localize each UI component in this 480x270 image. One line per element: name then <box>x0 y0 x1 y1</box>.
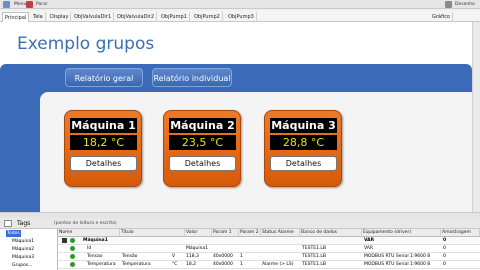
report-individual-button[interactable]: Relatório individual <box>152 68 232 87</box>
page-title: Exemplo grupos <box>17 34 155 54</box>
status-icon <box>70 262 75 267</box>
details-label: Detalhes <box>285 159 322 168</box>
column-header[interactable]: Param 2 <box>239 229 261 237</box>
tab-principal[interactable]: Principal <box>2 12 30 22</box>
table-row[interactable]: Id Máquina1 TESTE1.LB VAR 0 <box>58 245 480 253</box>
tab-objpump1[interactable]: ObjPump1 <box>159 12 190 22</box>
tag-db: TESTE1.LB <box>302 262 326 267</box>
machine-temperature: 28,8 °C <box>270 135 337 150</box>
design-button[interactable]: Desenho <box>452 1 478 8</box>
table-row[interactable]: Máquina1 VAR 0 <box>58 237 480 245</box>
column-header[interactable]: Status Alarme <box>261 229 300 237</box>
details-button[interactable]: Detalhes <box>270 156 337 171</box>
machine-name: Máquina 2 <box>169 118 236 133</box>
tag-value: 118,3 <box>186 254 199 259</box>
tag-title: Temperatura <box>122 262 151 267</box>
tags-label: Tags <box>17 220 31 227</box>
tags-table: Nome Título Valor Param 1 Param 2 Status… <box>58 229 480 270</box>
details-button[interactable]: Detalhes <box>169 156 236 171</box>
report-general-button[interactable]: Relatório geral <box>65 68 143 87</box>
tree-item-maquina2[interactable]: Máquina2 <box>12 246 34 253</box>
tag-db: TESTE1.LB <box>302 246 326 251</box>
screen-tabs: Principal Tela Display ObjValvulaDir1 Ob… <box>0 11 480 22</box>
tags-hint: (pontos de leitura e escrita) <box>54 221 117 226</box>
tree-item-todos[interactable]: Todos <box>6 230 21 237</box>
tab-objpump3[interactable]: ObjPump3 <box>226 12 257 22</box>
stop-icon[interactable] <box>26 1 33 8</box>
status-icon <box>70 246 75 251</box>
vertical-scrollbar[interactable] <box>472 22 480 212</box>
tab-objvalvuladir2[interactable]: ObjValvulaDir2 <box>115 12 158 22</box>
tag-param2: 1 <box>240 254 243 259</box>
tag-driver: MODBUS RTU Serial 1:9600 8 <box>364 254 431 259</box>
machine-temperature: 23,5 °C <box>169 135 236 150</box>
details-label: Detalhes <box>184 159 221 168</box>
column-header[interactable]: Banco de dados <box>300 229 362 237</box>
tab-display[interactable]: Display <box>48 12 72 22</box>
machine-name: Máquina 1 <box>70 118 137 133</box>
tag-param1: 40x0000 <box>213 254 233 259</box>
tree-item-grupos[interactable]: Grupos... <box>12 262 32 269</box>
column-header[interactable]: Valor <box>185 229 212 237</box>
table-row[interactable]: Temperatura Temperatura °C 18,2 40x0000 … <box>58 261 480 269</box>
tag-driver: VAR <box>364 246 373 251</box>
tag-param2: 1 <box>240 262 243 267</box>
tag-value: 18,2 <box>186 262 197 267</box>
machine-card-2: Máquina 2 23,5 °C Detalhes <box>163 110 241 187</box>
tab-objpump2[interactable]: ObjPump2 <box>192 12 223 22</box>
column-header[interactable]: Equipamento (driver) <box>362 229 441 237</box>
machine-card-3: Máquina 3 28,8 °C Detalhes <box>264 110 342 187</box>
tab-tela[interactable]: Tela <box>31 12 46 22</box>
tab-grafico[interactable]: Gráfico <box>430 12 453 22</box>
tag-title: Tensão <box>122 254 138 259</box>
column-header[interactable]: Título <box>120 229 185 237</box>
toolbar: Menu Parar Desenho <box>0 0 480 9</box>
column-header[interactable]: Param 1 <box>212 229 239 237</box>
status-icon <box>70 254 75 259</box>
details-button[interactable]: Detalhes <box>70 156 137 171</box>
column-header[interactable]: Amostragem <box>441 229 480 237</box>
tag-driver: MODBUS RTU Serial 1:9600 8 <box>364 262 431 267</box>
tag-name: Máquina1 <box>83 238 108 243</box>
tag-sample: 0 <box>443 254 446 259</box>
column-header[interactable]: Nome <box>58 229 120 237</box>
expand-icon[interactable] <box>62 238 67 243</box>
tree-item-maquina1[interactable]: Máquina1 <box>12 238 34 245</box>
tag-param1: 40x0000 <box>213 262 233 267</box>
tree-item-maquina3[interactable]: Máquina3 <box>12 254 34 261</box>
tag-group-tree: Todos Máquina1 Máquina2 Máquina3 Grupos.… <box>0 229 58 270</box>
machine-temperature: 18,2 °C <box>70 135 137 150</box>
tag-db: TESTE1.LB <box>302 254 326 259</box>
tag-unit: V <box>172 254 176 259</box>
tag-name: Temperatura <box>87 262 116 267</box>
table-row[interactable]: Tensao Tensão V 118,3 40x0000 1 TESTE1.L… <box>58 253 480 261</box>
machine-card-1: Máquina 1 18,2 °C Detalhes <box>64 110 142 187</box>
tag-sample: 0 <box>443 246 446 251</box>
tags-panel-icon <box>4 220 12 227</box>
tag-name: Id <box>87 246 92 251</box>
tag-driver: VAR <box>364 238 375 243</box>
screen-canvas: Exemplo grupos Relatório geral Relatório… <box>0 22 472 232</box>
stop-button[interactable]: Parar <box>33 1 51 8</box>
tags-toolbar: Tags (pontos de leitura e escrita) <box>0 218 480 229</box>
tag-sample: 0 <box>443 238 447 243</box>
tag-name: Tensao <box>87 254 103 259</box>
machine-name: Máquina 3 <box>270 118 337 133</box>
details-label: Detalhes <box>85 159 122 168</box>
status-icon <box>70 238 75 243</box>
tag-value: Máquina1 <box>186 246 209 251</box>
tag-sample: 0 <box>443 262 446 267</box>
tab-objvalvuladir1[interactable]: ObjValvulaDir1 <box>72 12 115 22</box>
tag-alarm-status: Alarme (> LS) <box>262 262 294 267</box>
design-icon[interactable] <box>445 1 452 8</box>
menu-icon[interactable] <box>3 1 10 8</box>
tag-unit: °C <box>172 262 178 267</box>
